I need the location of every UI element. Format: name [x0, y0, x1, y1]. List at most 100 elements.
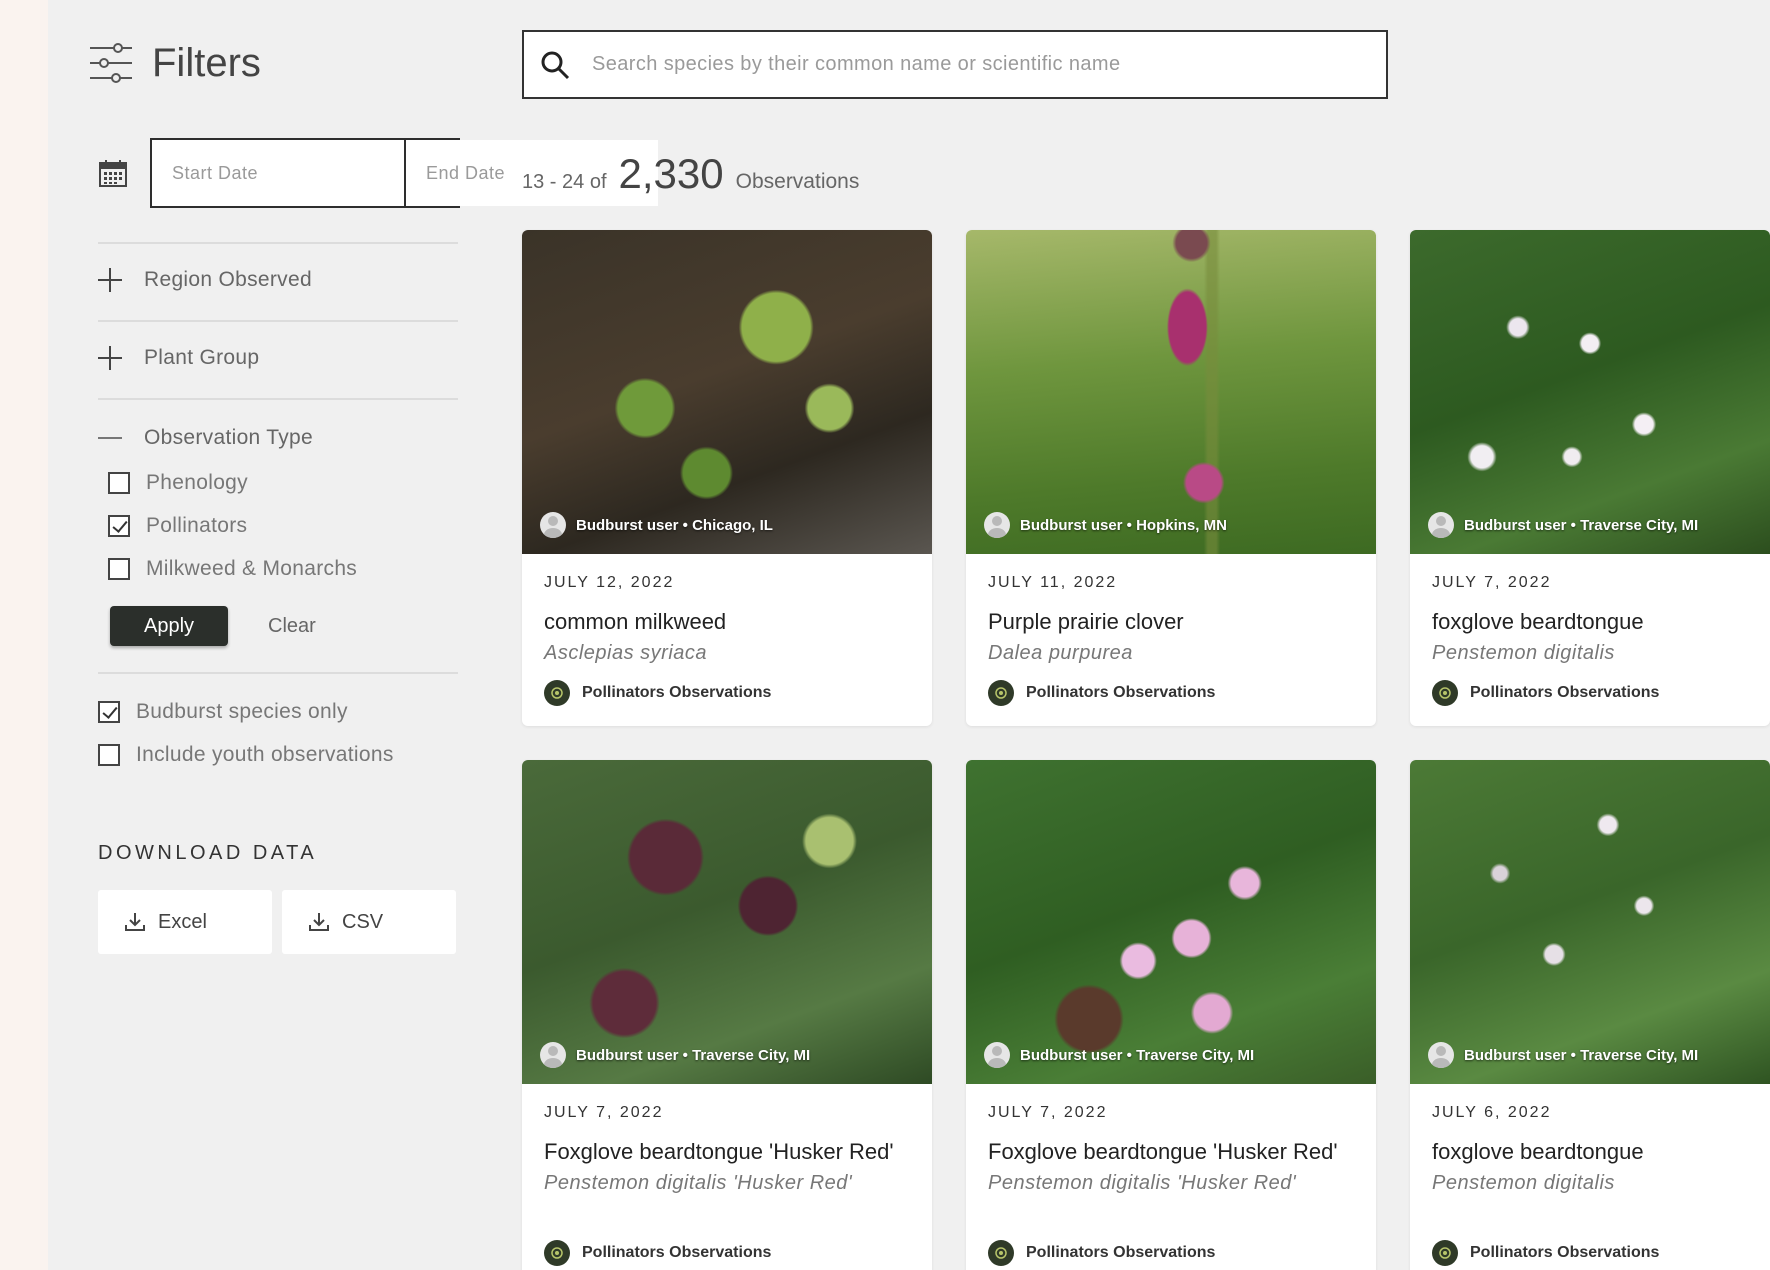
apply-button[interactable]: Apply: [110, 606, 228, 646]
photo-caption: Budburst user • Traverse City, MI: [984, 1042, 1254, 1068]
minus-icon: [98, 426, 122, 450]
observation-type-toggle[interactable]: Observation Type: [98, 426, 313, 450]
photo-caption: Budburst user • Traverse City, MI: [1428, 1042, 1698, 1068]
observation-date: JULY 7, 2022: [544, 1104, 664, 1121]
region-observed-toggle[interactable]: Region Observed: [98, 268, 312, 292]
download-excel-button[interactable]: Excel: [98, 890, 272, 954]
observation-date: JULY 11, 2022: [988, 574, 1118, 591]
observation-photo[interactable]: Budburst user • Hopkins, MN: [966, 230, 1376, 554]
filters-header: Filters: [88, 38, 261, 88]
card-body: JULY 7, 2022 foxglove beardtongue Penste…: [1410, 554, 1770, 665]
pollinator-program-icon: [988, 680, 1014, 706]
observer-location: Budburst user • Chicago, IL: [576, 516, 773, 534]
photo-caption: Budburst user • Hopkins, MN: [984, 512, 1227, 538]
budburst-only-row[interactable]: Budburst species only: [98, 700, 348, 724]
program-tag: Pollinators Observations: [544, 1240, 771, 1266]
observer-location: Budburst user • Traverse City, MI: [576, 1046, 811, 1064]
budburst-only-label: Budburst species only: [136, 700, 348, 723]
filters-title: Filters: [152, 40, 261, 85]
observer-location: Budburst user • Traverse City, MI: [1020, 1046, 1255, 1064]
observation-card[interactable]: Budburst user • Hopkins, MN JULY 11, 202…: [966, 230, 1376, 726]
observation-card[interactable]: Budburst user • Traverse City, MI JULY 7…: [966, 760, 1376, 1270]
pollinator-program-icon: [544, 1240, 570, 1266]
budburst-only-checkbox[interactable]: [98, 701, 120, 723]
phenology-checkbox-row[interactable]: Phenology: [108, 471, 248, 495]
avatar: [540, 1042, 566, 1068]
left-edge-strip: [0, 0, 48, 1270]
common-name: common milkweed: [544, 609, 727, 634]
observation-date: JULY 7, 2022: [1432, 574, 1552, 591]
download-icon: [309, 913, 329, 931]
pollinators-checkbox[interactable]: [108, 515, 130, 537]
calendar-icon[interactable]: [98, 158, 128, 188]
result-range: 13 - 24 of: [522, 171, 607, 193]
milkweed-monarchs-checkbox-row[interactable]: Milkweed & Monarchs: [108, 557, 357, 581]
region-observed-label: Region Observed: [144, 268, 312, 291]
divider: [98, 320, 458, 322]
program-name: Pollinators Observations: [582, 1244, 772, 1261]
phenology-label: Phenology: [146, 471, 248, 494]
avatar: [1428, 512, 1454, 538]
filter-sliders-icon: [90, 43, 132, 83]
plant-group-toggle[interactable]: Plant Group: [98, 346, 259, 370]
milkweed-monarchs-checkbox[interactable]: [108, 558, 130, 580]
species-search-box: [522, 30, 1388, 99]
phenology-checkbox[interactable]: [108, 472, 130, 494]
observation-photo[interactable]: Budburst user • Traverse City, MI: [966, 760, 1376, 1084]
include-youth-label: Include youth observations: [136, 743, 394, 766]
observation-date: JULY 7, 2022: [988, 1104, 1108, 1121]
observation-photo[interactable]: Budburst user • Traverse City, MI: [1410, 230, 1770, 554]
include-youth-row[interactable]: Include youth observations: [98, 743, 394, 767]
card-body: JULY 7, 2022 Foxglove beardtongue 'Huske…: [966, 1084, 1376, 1195]
avatar: [984, 1042, 1010, 1068]
program-name: Pollinators Observations: [1470, 1244, 1660, 1261]
observation-photo[interactable]: Budburst user • Traverse City, MI: [522, 760, 932, 1084]
common-name: Foxglove beardtongue 'Husker Red': [988, 1139, 1338, 1164]
observation-photo[interactable]: Budburst user • Chicago, IL: [522, 230, 932, 554]
download-csv-button[interactable]: CSV: [282, 890, 456, 954]
download-csv-label: CSV: [342, 910, 384, 933]
program-name: Pollinators Observations: [582, 684, 772, 701]
clear-button[interactable]: Clear: [268, 606, 316, 646]
observer-location: Budburst user • Traverse City, MI: [1464, 1046, 1699, 1064]
avatar: [540, 512, 566, 538]
card-body: JULY 6, 2022 foxglove beardtongue Penste…: [1410, 1084, 1770, 1195]
card-body: JULY 12, 2022 common milkweed Asclepias …: [522, 554, 932, 665]
common-name: foxglove beardtongue: [1432, 1139, 1644, 1164]
observation-card[interactable]: Budburst user • Traverse City, MI JULY 7…: [1410, 230, 1770, 726]
program-tag: Pollinators Observations: [1432, 1240, 1659, 1266]
common-name: Foxglove beardtongue 'Husker Red': [544, 1139, 894, 1164]
milkweed-monarchs-label: Milkweed & Monarchs: [146, 557, 358, 580]
observation-date: JULY 12, 2022: [544, 574, 675, 591]
scientific-name: Penstemon digitalis: [1432, 642, 1615, 664]
scientific-name: Dalea purpurea: [988, 642, 1133, 664]
observation-photo[interactable]: Budburst user • Traverse City, MI: [1410, 760, 1770, 1084]
filters-sidebar: Filters Region Observed Plant Group: [88, 0, 658, 1270]
plant-group-label: Plant Group: [144, 346, 260, 369]
avatar: [1428, 1042, 1454, 1068]
card-body: JULY 11, 2022 Purple prairie clover Dale…: [966, 554, 1376, 665]
plus-icon: [98, 268, 122, 292]
scientific-name: Penstemon digitalis 'Husker Red': [544, 1172, 853, 1194]
pollinator-program-icon: [988, 1240, 1014, 1266]
common-name: Purple prairie clover: [988, 609, 1184, 634]
program-tag: Pollinators Observations: [988, 1240, 1215, 1266]
start-date-input[interactable]: [152, 140, 406, 206]
search-icon: [541, 51, 570, 79]
pollinators-checkbox-row[interactable]: Pollinators: [108, 514, 247, 538]
observer-location: Budburst user • Traverse City, MI: [1464, 516, 1699, 534]
photo-caption: Budburst user • Traverse City, MI: [540, 1042, 810, 1068]
divider: [98, 242, 458, 244]
observer-location: Budburst user • Hopkins, MN: [1020, 516, 1227, 534]
observation-card[interactable]: Budburst user • Traverse City, MI JULY 7…: [522, 760, 932, 1270]
date-range: [98, 138, 658, 208]
search-input[interactable]: [592, 53, 1386, 76]
include-youth-checkbox[interactable]: [98, 744, 120, 766]
plus-icon: [98, 346, 122, 370]
pollinator-program-icon: [1432, 680, 1458, 706]
program-name: Pollinators Observations: [1470, 684, 1660, 701]
observation-card[interactable]: Budburst user • Chicago, IL JULY 12, 202…: [522, 230, 932, 726]
avatar: [984, 512, 1010, 538]
program-name: Pollinators Observations: [1026, 684, 1216, 701]
observation-card[interactable]: Budburst user • Traverse City, MI JULY 6…: [1410, 760, 1770, 1270]
